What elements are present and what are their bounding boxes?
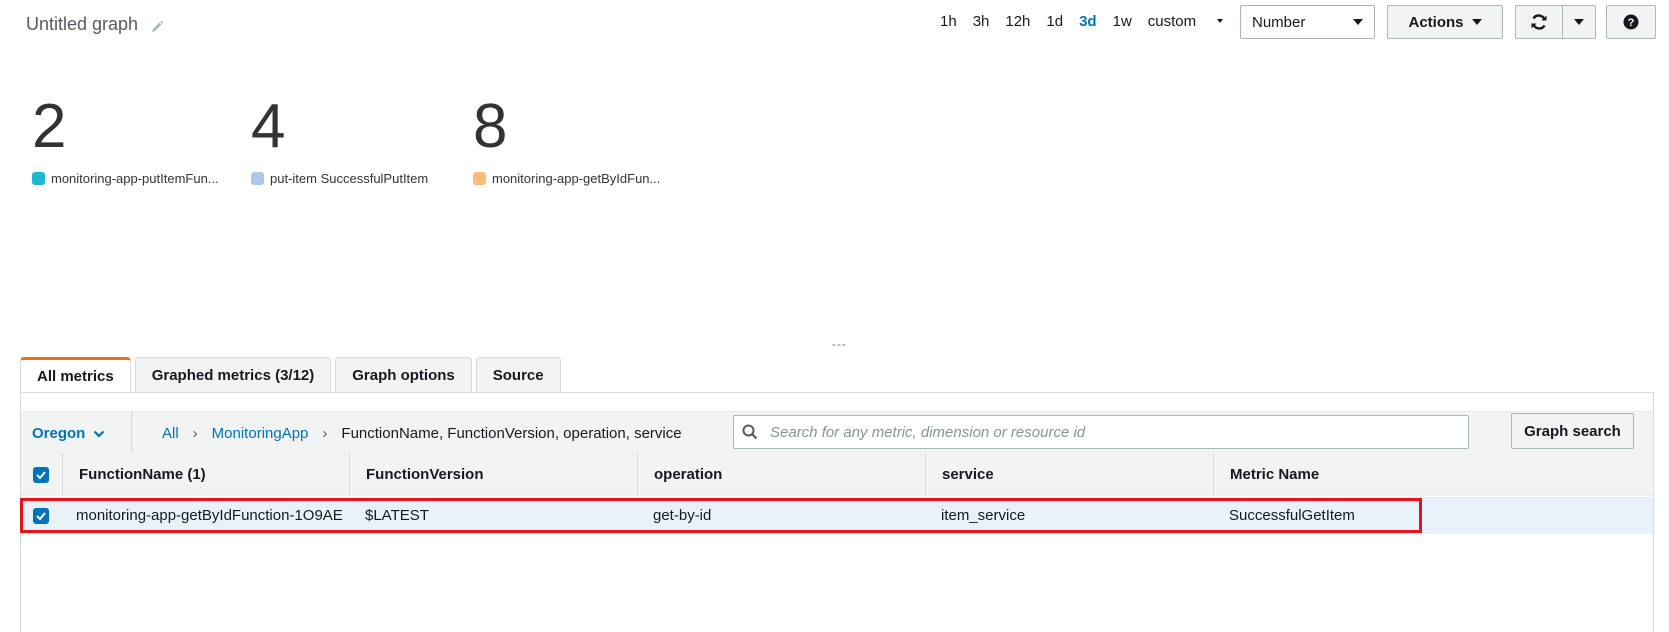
breadcrumb-namespace[interactable]: MonitoringApp (212, 425, 309, 442)
stat-legend[interactable]: monitoring-app-putItemFun... (32, 171, 219, 186)
range-3d[interactable]: 3d (1079, 13, 1097, 30)
row-select-cell (21, 497, 62, 534)
select-all-checkbox[interactable] (33, 466, 49, 483)
select-all-cell (21, 453, 62, 496)
region-label: Oregon (32, 425, 86, 442)
metrics-tabs: All metrics Graphed metrics (3/12) Graph… (20, 357, 561, 393)
caret-down-icon (1471, 19, 1482, 25)
range-custom-label: custom (1147, 12, 1197, 30)
legend-label: put-item SuccessfulPutItem (270, 171, 429, 186)
tab-all-metrics[interactable]: All metrics (20, 357, 131, 393)
graph-title[interactable]: Untitled graph (26, 14, 138, 35)
breadcrumb-all[interactable]: All (162, 425, 179, 442)
cell-metric-name: SuccessfulGetItem (1229, 507, 1355, 524)
column-header-function-version[interactable]: FunctionVersion (349, 453, 637, 496)
legend-label: monitoring-app-putItemFun... (51, 171, 219, 186)
metric-search-box (733, 415, 1469, 449)
stat-value: 4 (251, 92, 286, 161)
graph-search-button[interactable]: Graph search (1511, 413, 1634, 449)
caret-down-icon (1353, 19, 1363, 25)
tab-graph-options[interactable]: Graph options (335, 357, 472, 392)
chevron-down-icon (94, 430, 105, 438)
caret-down-icon (1574, 19, 1584, 25)
stat-widget: 8 monitoring-app-getByIdFun... (473, 92, 660, 186)
range-1d[interactable]: 1d (1046, 13, 1063, 30)
legend-label: monitoring-app-getByIdFun... (492, 171, 661, 186)
pencil-icon[interactable] (150, 18, 164, 32)
region-selector[interactable]: Oregon (32, 411, 105, 456)
range-1w[interactable]: 1w (1113, 13, 1132, 30)
cell-service: item_service (941, 507, 1026, 524)
divider (131, 411, 132, 456)
column-header-function-name[interactable]: FunctionName (1) (62, 453, 349, 496)
tab-source[interactable]: Source (475, 357, 561, 392)
stat-value: 2 (32, 92, 67, 161)
help-icon: ? (1623, 14, 1639, 30)
column-header-metric-name[interactable]: Metric Name (1213, 453, 1653, 496)
search-icon (742, 424, 758, 440)
legend-swatch (251, 172, 264, 185)
help-button[interactable]: ? (1606, 5, 1656, 39)
check-icon (36, 511, 46, 520)
stat-legend[interactable]: put-item SuccessfulPutItem (251, 171, 428, 186)
check-icon (36, 470, 46, 479)
column-header-operation[interactable]: operation (637, 453, 925, 496)
cell-function-version: $LATEST (365, 507, 429, 524)
resize-handle[interactable]: --- (832, 337, 847, 351)
refresh-button[interactable] (1515, 5, 1563, 39)
refresh-options-button[interactable] (1562, 5, 1596, 39)
graph-title-area: Untitled graph (26, 14, 164, 35)
cell-operation: get-by-id (653, 507, 712, 524)
view-type-value: Number (1252, 13, 1306, 31)
chevron-right-icon: › (322, 425, 328, 442)
stat-value: 8 (473, 92, 508, 161)
legend-swatch (473, 172, 486, 185)
metric-search-input[interactable] (768, 422, 1458, 442)
caret-down-icon (1217, 19, 1224, 23)
row-checkbox[interactable] (33, 507, 49, 524)
cell-function-name: monitoring-app-getByIdFunction-1O9AE (76, 507, 343, 524)
refresh-icon (1531, 14, 1547, 30)
actions-label: Actions (1408, 13, 1464, 31)
time-range-selector: 1h 3h 12h 1d 3d 1w custom (940, 10, 1239, 32)
range-3h[interactable]: 3h (973, 13, 990, 30)
legend-swatch (32, 172, 45, 185)
svg-text:?: ? (1628, 17, 1635, 29)
actions-button[interactable]: Actions (1387, 5, 1503, 39)
breadcrumb: All › MonitoringApp › FunctionName, Func… (162, 411, 682, 456)
stat-widget: 4 put-item SuccessfulPutItem (251, 92, 428, 186)
range-custom[interactable]: custom (1148, 13, 1239, 30)
column-header-service[interactable]: service (925, 453, 1213, 496)
chevron-right-icon: › (192, 425, 198, 442)
tab-graphed-metrics[interactable]: Graphed metrics (3/12) (134, 357, 332, 392)
range-1h[interactable]: 1h (940, 13, 957, 30)
stat-legend[interactable]: monitoring-app-getByIdFun... (473, 171, 660, 186)
range-12h[interactable]: 12h (1005, 13, 1030, 30)
stat-widget: 2 monitoring-app-putItemFun... (32, 92, 219, 186)
breadcrumb-dimensions: FunctionName, FunctionVersion, operation… (341, 425, 682, 442)
view-type-select[interactable]: Number (1240, 5, 1375, 39)
